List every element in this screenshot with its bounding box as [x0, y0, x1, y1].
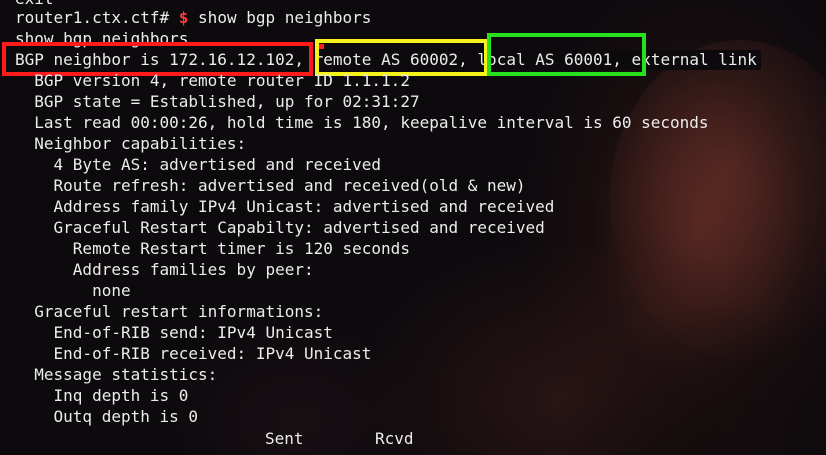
terminal-output-line: End-of-RIB received: IPv4 Unicast — [15, 344, 372, 363]
prompt-command: show bgp neighbors — [198, 8, 372, 27]
terminal-output-line: Outq depth is 0 — [15, 407, 199, 426]
terminal-output-line: Remote Restart timer is 120 seconds — [15, 239, 410, 258]
local-as-highlight-box — [487, 33, 646, 76]
terminal-output-line: 4 Byte AS: advertised and received — [15, 155, 382, 174]
terminal-output-line: Message statistics: — [15, 365, 218, 384]
terminal-output-line: BGP state = Established, up for 02:31:27 — [15, 92, 420, 111]
background-silhouette-art — [560, 300, 826, 455]
stats-column-sent: Sent — [265, 429, 304, 448]
prompt-dollar-sign: $ — [178, 8, 189, 27]
stats-column-rcvd: Rcvd — [375, 429, 414, 448]
terminal-output-line: Route refresh: advertised and received(o… — [15, 176, 526, 195]
terminal-output-line: End-of-RIB send: IPv4 Unicast — [15, 323, 333, 342]
terminal-output-line: Address family IPv4 Unicast: advertised … — [15, 197, 555, 216]
terminal-window[interactable]: exit router1.ctx.ctf# $ show bgp neighbo… — [0, 0, 826, 455]
terminal-output-line: Inq depth is 0 — [15, 386, 189, 405]
terminal-output-line: BGP version 4, remote router ID 1.1.1.2 — [15, 71, 410, 90]
terminal-output-line: Last read 00:00:26, hold time is 180, ke… — [15, 113, 709, 132]
terminal-prompt-line: router1.ctx.ctf# $ show bgp neighbors — [15, 8, 371, 28]
terminal-output-line: Address families by peer: — [15, 260, 314, 279]
terminal-output-line: none — [15, 281, 131, 300]
terminal-output-line: Neighbor capabilities: — [15, 134, 247, 153]
terminal-output-line: Graceful restart informations: — [15, 302, 324, 321]
terminal-output-line: Graceful Restart Capabilty: advertised a… — [15, 218, 545, 237]
prompt-host: router1.ctx.ctf# — [15, 8, 170, 27]
